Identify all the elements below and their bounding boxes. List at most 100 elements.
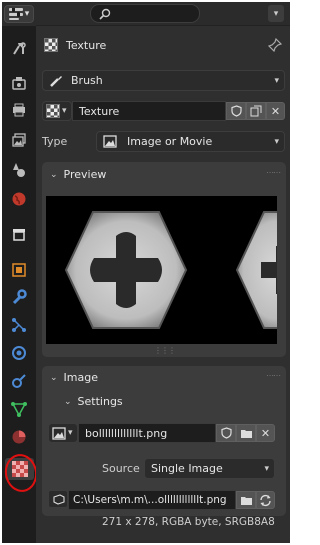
drag-grip-icon[interactable]: ⋯⋯ xyxy=(266,371,281,380)
texture-context-dropdown[interactable]: Brush ▾ xyxy=(42,70,285,91)
image-icon xyxy=(103,135,117,148)
folder-icon xyxy=(240,496,252,505)
image-label: Image xyxy=(63,371,98,384)
filepath-value: C:\Users\m.m\...ollllllllllllt.png xyxy=(73,494,227,506)
open-image-button[interactable] xyxy=(236,424,256,442)
filepath-field[interactable]: C:\Users\m.m\...ollllllllllllt.png xyxy=(68,490,236,510)
image-fake-user-button[interactable] xyxy=(216,424,236,442)
context-path: Texture xyxy=(44,38,106,52)
reload-button[interactable] xyxy=(256,491,275,509)
output-tab[interactable] xyxy=(8,99,30,121)
chevron-down-icon: ⌄ xyxy=(64,396,72,407)
chevron-down-icon: ▾ xyxy=(274,75,279,86)
preview-panel: ⌄ Preview ⋯⋯ ⋮⋮⋮ xyxy=(42,162,286,357)
view-layer-tab[interactable] xyxy=(8,129,30,151)
type-dropdown[interactable]: Image or Movie ▾ xyxy=(96,131,285,152)
preview-panel-header[interactable]: ⌄ Preview xyxy=(50,168,106,181)
image-stack-icon xyxy=(12,133,26,147)
shield-icon xyxy=(230,105,242,117)
image-panel-header[interactable]: ⌄ Image xyxy=(50,371,98,384)
chevron-down-icon: ▾ xyxy=(264,463,269,474)
browse-file-button[interactable] xyxy=(236,491,256,509)
editor-type-button[interactable]: ▾ xyxy=(4,5,34,23)
box-icon xyxy=(13,229,25,241)
texture-name-field[interactable]: Texture xyxy=(72,101,226,121)
image-name-field[interactable]: bolllllllllllllt.png xyxy=(78,423,216,443)
chevron-down-icon: ▾ xyxy=(274,136,279,147)
source-label: Source xyxy=(102,462,140,475)
image-icon xyxy=(52,426,66,440)
properties-editor: ▾ ▾ Texture Brush ▾ ▾ Texture ✕ Type Ima… xyxy=(2,2,290,543)
texture-preview-image xyxy=(46,196,277,344)
cone-sphere-icon xyxy=(13,163,25,177)
pin-icon[interactable] xyxy=(267,37,283,55)
blue-wrench-icon xyxy=(12,289,27,305)
drag-grip-icon[interactable]: ⋯⋯ xyxy=(266,168,281,177)
search-field[interactable] xyxy=(90,4,200,23)
particles-icon xyxy=(12,318,26,332)
printer-icon xyxy=(13,103,25,117)
unlink-image-button[interactable]: ✕ xyxy=(256,424,275,442)
context-value: Brush xyxy=(71,74,103,87)
material-sphere-icon xyxy=(12,430,26,444)
physics-tab[interactable] xyxy=(8,342,30,364)
camera-back-icon xyxy=(12,77,26,90)
checker-texture-icon xyxy=(46,104,60,118)
browse-texture-button[interactable]: ▾ xyxy=(42,101,72,121)
chevron-down-icon: ▾ xyxy=(68,428,73,438)
image-panel: ⌄ Image ⋯⋯ ⌄ Settings ▾ bolllllllllllllt… xyxy=(42,366,286,516)
tool-tab[interactable] xyxy=(8,37,30,59)
modifiers-tab[interactable] xyxy=(8,286,30,308)
context-title: Texture xyxy=(66,38,107,52)
preview-label: Preview xyxy=(63,168,107,181)
browse-image-button[interactable]: ▾ xyxy=(48,423,78,443)
close-icon: ✕ xyxy=(270,104,281,118)
texture-name-value: Texture xyxy=(79,104,120,118)
resize-grip-icon[interactable]: ⋮⋮⋮ xyxy=(154,346,176,355)
options-dropdown[interactable]: ▾ xyxy=(268,5,284,22)
object-tab[interactable] xyxy=(8,259,30,281)
data-tab[interactable] xyxy=(8,398,30,420)
chevron-down-icon: ▾ xyxy=(273,8,279,19)
properties-editor-icon xyxy=(8,8,23,20)
chevron-down-icon: ⌄ xyxy=(50,169,58,180)
close-icon: ✕ xyxy=(260,426,271,440)
duplicate-icon xyxy=(250,105,262,117)
properties-main: ▾ Texture Brush ▾ ▾ Texture ✕ Type Image… xyxy=(36,2,290,543)
physics-icon xyxy=(12,346,26,360)
unlink-button[interactable]: ✕ xyxy=(266,102,285,120)
brush-icon xyxy=(50,75,62,87)
editor-header-corner: ▾ xyxy=(2,2,36,26)
globe-icon xyxy=(12,192,26,206)
settings-subpanel-header[interactable]: ⌄ Settings xyxy=(64,395,123,408)
settings-label: Settings xyxy=(77,395,123,408)
image-name-value: bolllllllllllllt.png xyxy=(85,426,168,440)
package-icon xyxy=(52,493,65,505)
chevron-down-icon: ⌄ xyxy=(50,372,58,383)
vertex-triangle-icon xyxy=(11,402,27,417)
type-label: Type xyxy=(42,135,68,148)
search-icon xyxy=(99,8,111,20)
wrench-screwdriver-icon xyxy=(13,42,26,55)
chevron-down-icon: ▾ xyxy=(24,9,30,19)
world-tab[interactable] xyxy=(8,188,30,210)
render-tab[interactable] xyxy=(8,72,30,94)
constraints-tab[interactable] xyxy=(8,370,30,392)
reload-icon xyxy=(260,494,271,506)
fake-user-button[interactable] xyxy=(226,102,246,120)
bolt-head-preview xyxy=(64,211,277,329)
image-info-text: 271 x 278, RGBA byte, SRGB8A8 xyxy=(102,516,275,528)
orange-square-icon xyxy=(12,263,26,277)
source-value: Single Image xyxy=(151,462,223,475)
scene-tab[interactable] xyxy=(8,159,30,181)
duplicate-button[interactable] xyxy=(246,102,266,120)
checker-texture-icon xyxy=(44,38,58,52)
collection-tab[interactable] xyxy=(8,223,30,245)
type-value: Image or Movie xyxy=(127,135,213,148)
particles-tab[interactable] xyxy=(8,314,30,336)
folder-icon xyxy=(240,429,252,438)
material-tab[interactable] xyxy=(8,426,30,448)
constraint-icon xyxy=(12,374,26,388)
pack-button[interactable] xyxy=(48,490,68,508)
source-dropdown[interactable]: Single Image ▾ xyxy=(144,458,275,479)
